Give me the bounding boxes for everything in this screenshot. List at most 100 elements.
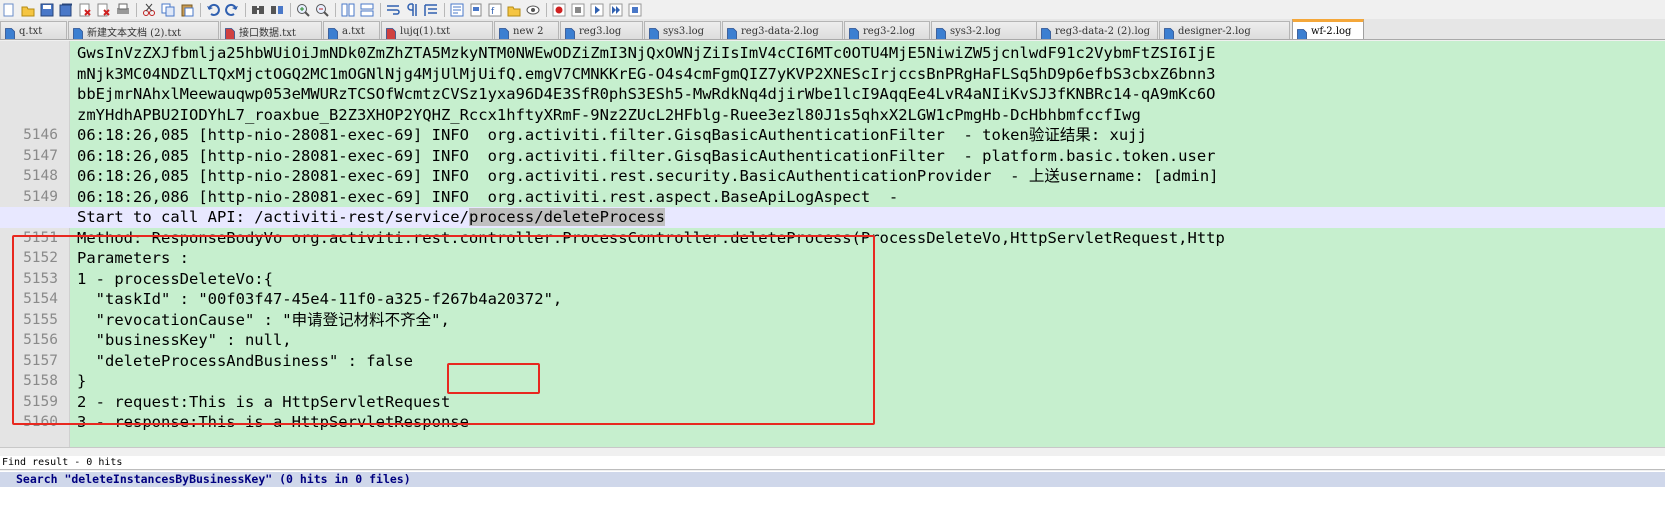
file-icon [849, 25, 859, 39]
line-number: 5155 [23, 311, 58, 328]
toolbar-separator [444, 2, 445, 17]
search-summary-line[interactable]: Search "deleteInstancesByBusinessKey" (0… [0, 472, 1665, 487]
find-result-pane[interactable]: Search "deleteInstancesByBusinessKey" (0… [0, 471, 1665, 518]
tab-sys3-2-log[interactable]: sys3-2.log [931, 21, 1037, 39]
toolbar-separator [335, 2, 336, 17]
line-text: } [77, 372, 87, 390]
redo-icon[interactable] [225, 3, 239, 17]
tab-label: lujq(1).txt [400, 25, 451, 37]
line-text: "deleteProcessAndBusiness" : false [77, 351, 413, 370]
toolbar-separator [136, 2, 137, 17]
tab-label: sys3.log [663, 25, 705, 37]
line-text: 06:18:26,086 [http-nio-28081-exec-69] IN… [77, 187, 899, 206]
line-number: 5156 [23, 332, 58, 348]
tab-label: 新建文本文档 (2).txt [87, 27, 182, 39]
file-icon [1297, 26, 1307, 39]
tab-new-2[interactable]: new 2 [494, 21, 559, 39]
line-number: 5158 [23, 373, 58, 389]
tab-reg3-data-2-log[interactable]: reg3-data-2.log [722, 21, 843, 39]
folder-workspace-icon[interactable] [507, 3, 521, 17]
save-macro-icon[interactable] [628, 3, 642, 17]
tab-label: designer-2.log [1178, 25, 1251, 37]
editor-line: 5159 2 - request:This is a HttpServletReq… [0, 392, 1665, 413]
editor-text-lines: GwsInVzZXJfbmlja25hbWUiOiJmNDk0ZmZhZTA5M… [0, 43, 1665, 433]
line-text: "businessKey" : null, [77, 331, 292, 349]
tab-a-txt[interactable]: a.txt [323, 21, 380, 39]
tab-reg3-data-2-2-log[interactable]: reg3-data-2 (2).log [1036, 21, 1158, 39]
pane-splitter[interactable] [0, 447, 1665, 456]
play-macro-icon[interactable] [590, 3, 604, 17]
save-all-icon[interactable] [59, 3, 73, 17]
editor-line: 5149 06:18:26,086 [http-nio-28081-exec-69… [0, 187, 1665, 208]
new-file-icon[interactable] [2, 3, 16, 17]
doc-map-icon[interactable] [469, 3, 483, 17]
toolbar-separator [290, 2, 291, 17]
file-icon [727, 25, 737, 39]
editor-line: mNjk3MC04NDZlLTQxMjctOGQ2MC1mOGNlNjg4MjU… [0, 64, 1665, 85]
tab-reg3-2-log[interactable]: reg3-2.log [844, 21, 930, 39]
tab-sys3-log[interactable]: sys3.log [644, 21, 721, 39]
tab-wf-2-log[interactable]: wf-2.log [1292, 19, 1364, 39]
copy-icon[interactable] [161, 3, 175, 17]
save-icon[interactable] [40, 3, 54, 17]
editor-pane[interactable]: GwsInVzZXJfbmlja25hbWUiOiJmNDk0ZmZhZTA5M… [0, 41, 1665, 447]
editor-line: 5148 06:18:26,085 [http-nio-28081-exec-69… [0, 166, 1665, 187]
file-icon [73, 25, 83, 39]
close-all-icon[interactable] [97, 3, 111, 17]
word-wrap-icon[interactable] [386, 3, 400, 17]
print-icon[interactable] [116, 3, 130, 17]
toolbar-separator [245, 2, 246, 17]
line-number: 5160 [23, 414, 58, 430]
tab-reg3-log[interactable]: reg3.log [560, 21, 643, 39]
line-text: Method: ResponseBodyVo org.activiti.rest… [77, 228, 1225, 247]
run-macro-multiple-icon[interactable] [609, 3, 623, 17]
paste-icon[interactable] [180, 3, 194, 17]
replace-icon[interactable] [270, 3, 284, 17]
search-summary-text: Search "deleteInstancesByBusinessKey" (0… [16, 472, 411, 486]
find-icon[interactable] [251, 3, 265, 17]
line-number: 5146 [23, 127, 58, 143]
tab-q-txt[interactable]: q.txt [0, 21, 67, 39]
close-icon[interactable] [78, 3, 92, 17]
toolbar: f [0, 0, 1665, 19]
tab-lujq-1-txt[interactable]: lujq(1).txt [381, 21, 493, 39]
line-number: 5157 [23, 352, 58, 369]
tab-2-txt[interactable]: 新建文本文档 (2).txt [68, 21, 219, 39]
file-icon [565, 25, 575, 39]
editor-line: 5146 06:18:26,085 [http-nio-28081-exec-69… [0, 125, 1665, 146]
editor-line: GwsInVzZXJfbmlja25hbWUiOiJmNDk0ZmZhZTA5M… [0, 43, 1665, 64]
file-icon [649, 25, 659, 39]
tab-designer-2-log[interactable]: designer-2.log [1159, 21, 1290, 39]
toolbar-separator [380, 2, 381, 17]
selected-text: process/deleteProcess [468, 208, 665, 226]
line-text: Start to call API: /activiti-rest/servic… [77, 207, 665, 228]
zoom-in-icon[interactable] [296, 3, 310, 17]
file-icon [1041, 25, 1051, 39]
editor-line: 5158} [0, 371, 1665, 392]
toolbar-separator [546, 2, 547, 17]
cut-icon[interactable] [142, 3, 156, 17]
undo-icon[interactable] [206, 3, 220, 17]
tab-label: reg3-2.log [863, 25, 916, 37]
line-text: Parameters : [77, 249, 189, 267]
open-file-icon[interactable] [21, 3, 35, 17]
line-number: 5148 [23, 168, 58, 184]
tab-label: 接口数据.txt [239, 27, 296, 39]
tab-label: new 2 [513, 25, 544, 37]
show-all-chars-icon[interactable] [405, 2, 419, 17]
user-language-icon[interactable] [450, 3, 464, 17]
indent-guide-icon[interactable] [424, 3, 438, 17]
record-macro-icon[interactable] [552, 3, 566, 17]
stop-record-icon[interactable] [571, 3, 585, 17]
monitoring-icon[interactable] [526, 3, 540, 17]
zoom-out-icon[interactable] [315, 3, 329, 17]
line-number: 5152 [23, 250, 58, 266]
sync-vertical-icon[interactable] [341, 3, 355, 17]
editor-line: bbEjmrNAhxlMeewauqwp053eMWURzTCSOfWcmtzC… [0, 84, 1665, 105]
sync-horizontal-icon[interactable] [360, 3, 374, 17]
tab-label: q.txt [19, 25, 43, 37]
tab-txt[interactable]: 接口数据.txt [220, 21, 322, 39]
line-number: 5151 [23, 229, 58, 246]
function-list-icon[interactable]: f [488, 3, 502, 17]
file-icon [328, 25, 338, 39]
